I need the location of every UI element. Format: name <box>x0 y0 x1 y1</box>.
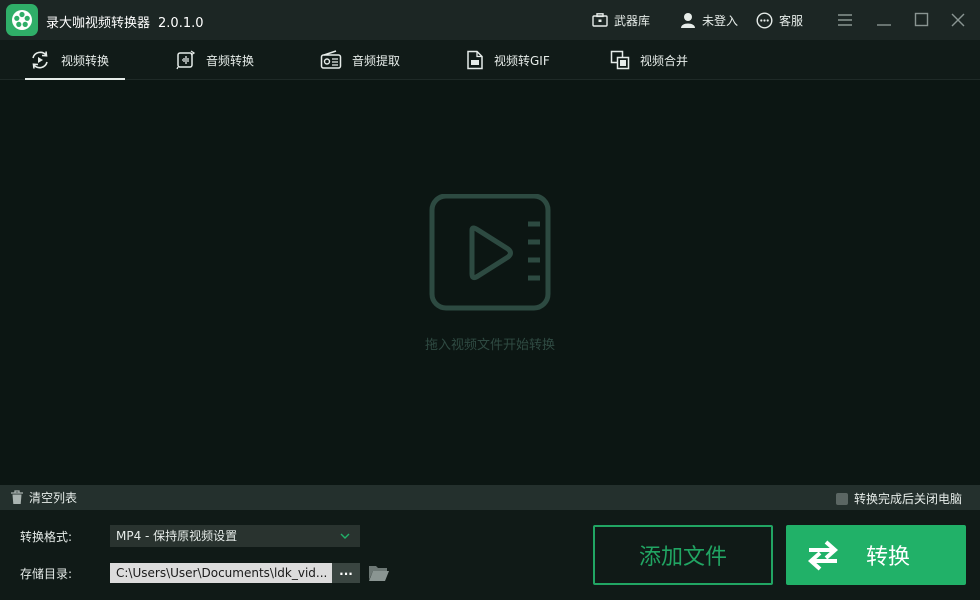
tab-audio-convert[interactable]: 音频转换 <box>176 40 254 80</box>
maximize-icon <box>914 12 929 27</box>
audio-extract-icon <box>320 50 342 69</box>
minimize-button[interactable] <box>874 10 894 30</box>
audio-convert-icon <box>176 50 196 70</box>
user-icon <box>681 13 695 28</box>
video-convert-icon <box>32 51 48 69</box>
list-toolbar: 清空列表 转换完成后关闭电脑 <box>0 485 980 510</box>
app-version: 2.0.1.0 <box>158 16 204 31</box>
title-bar: 录大咖视频转换器 2.0.1.0 武器库 未登入 客服 <box>0 0 980 40</box>
tab-audio-extract[interactable]: 音频提取 <box>320 40 400 80</box>
gif-icon <box>467 50 483 70</box>
tab-bar: 视频转换 音频转换 音频提取 视频转GIF 视频合并 <box>0 40 980 80</box>
login-label: 未登入 <box>702 13 739 28</box>
format-value: MP4 - 保持原视频设置 <box>116 529 238 543</box>
browse-button[interactable]: ... <box>332 563 360 583</box>
arsenal-label: 武器库 <box>614 13 651 28</box>
drop-zone[interactable]: 拖入视频文件开始转换 <box>0 81 980 485</box>
toolbox-icon <box>592 13 608 27</box>
drop-hint: 拖入视频文件开始转换 <box>424 338 555 353</box>
format-select[interactable]: MP4 - 保持原视频设置 <box>110 525 360 547</box>
close-button[interactable] <box>948 10 968 30</box>
trash-icon <box>11 490 23 504</box>
add-file-label: 添加文件 <box>638 545 727 570</box>
tab-video-convert[interactable]: 视频转换 <box>25 40 125 80</box>
convert-button[interactable]: 转换 <box>786 525 966 585</box>
format-label: 转换格式: <box>20 530 73 544</box>
dir-label: 存储目录: <box>20 567 73 581</box>
menu-icon <box>838 14 852 26</box>
shutdown-label: 转换完成后关闭电脑 <box>853 492 962 506</box>
output-dir-field[interactable]: C:\Users\User\Documents\ldk_vid... <box>110 563 332 583</box>
shutdown-option[interactable]: 转换完成后关闭电脑 <box>835 490 962 507</box>
clear-list-button[interactable]: 清空列表 <box>10 489 77 506</box>
app-title: 录大咖视频转换器 2.0.1.0 <box>46 12 204 31</box>
arsenal-button[interactable]: 武器库 <box>592 10 650 30</box>
swap-arrows-icon <box>807 540 839 571</box>
clear-list-label: 清空列表 <box>29 491 78 505</box>
tab-video-convert-label: 视频转换 <box>61 53 110 68</box>
maximize-button[interactable] <box>912 10 932 30</box>
app-logo-icon <box>6 4 38 36</box>
add-file-button[interactable]: 添加文件 <box>593 525 773 585</box>
tab-video-gif[interactable]: 视频转GIF <box>466 40 550 80</box>
app-name: 录大咖视频转换器 <box>46 16 151 31</box>
shutdown-checkbox[interactable] <box>835 492 848 505</box>
minimize-icon <box>877 24 891 26</box>
convert-label: 转换 <box>866 545 911 570</box>
close-icon <box>951 13 965 27</box>
chevron-down-icon <box>340 533 350 539</box>
chat-icon <box>756 11 773 29</box>
merge-icon <box>610 50 630 70</box>
settings-panel: 转换格式: MP4 - 保持原视频设置 存储目录: C:\Users\User\… <box>0 510 980 600</box>
tab-video-gif-label: 视频转GIF <box>494 53 550 68</box>
tab-video-merge-label: 视频合并 <box>640 53 689 68</box>
tab-audio-extract-label: 音频提取 <box>352 53 401 68</box>
folder-open-icon[interactable] <box>368 564 390 582</box>
service-button[interactable]: 客服 <box>756 10 803 30</box>
service-label: 客服 <box>779 13 804 28</box>
login-button[interactable]: 未登入 <box>680 10 738 30</box>
video-file-icon <box>429 194 551 311</box>
tab-video-merge[interactable]: 视频合并 <box>610 40 688 80</box>
menu-button[interactable] <box>836 10 856 30</box>
tab-audio-convert-label: 音频转换 <box>206 53 255 68</box>
